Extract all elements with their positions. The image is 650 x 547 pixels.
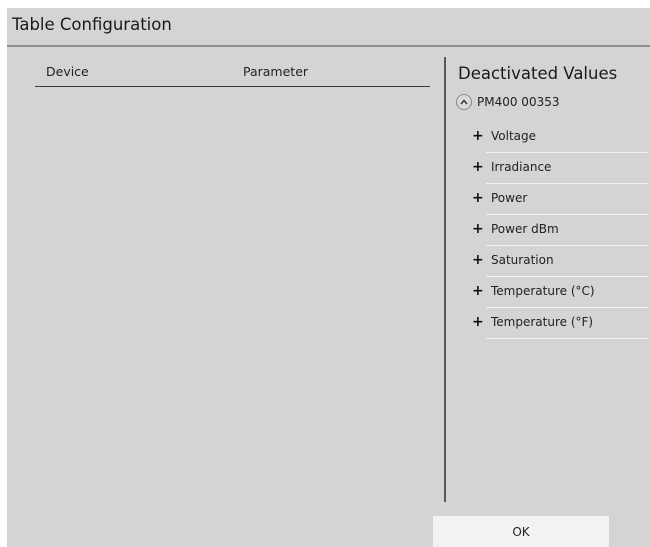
deactivated-values-title: Deactivated Values	[458, 64, 618, 83]
param-item-power-dbm[interactable]: + Power dBm	[453, 215, 650, 246]
device-group-pm400[interactable]: PM400 00353	[456, 92, 559, 112]
plus-icon[interactable]: +	[472, 191, 484, 205]
dialog-title: Table Configuration	[12, 15, 172, 34]
plus-icon[interactable]: +	[472, 284, 484, 298]
item-divider	[486, 338, 648, 339]
param-item-voltage[interactable]: + Voltage	[453, 122, 650, 153]
plus-icon[interactable]: +	[472, 160, 484, 174]
plus-icon[interactable]: +	[472, 222, 484, 236]
param-label: Power	[491, 191, 528, 205]
param-label: Voltage	[491, 129, 537, 143]
param-item-temperature-c[interactable]: + Temperature (°C)	[453, 277, 650, 308]
param-label: Temperature (°F)	[491, 315, 594, 329]
plus-icon[interactable]: +	[472, 253, 484, 267]
param-label: Power dBm	[491, 222, 559, 236]
param-label: Temperature (°C)	[491, 284, 595, 298]
deactivated-values-panel: Deactivated Values PM400 00353 + Voltage…	[453, 62, 650, 362]
plus-icon[interactable]: +	[472, 315, 484, 329]
param-item-irradiance[interactable]: + Irradiance	[453, 153, 650, 184]
plus-icon[interactable]: +	[472, 129, 484, 143]
table-configuration-dialog: Table Configuration Device Parameter Dea…	[7, 8, 650, 547]
column-header-parameter[interactable]: Parameter	[243, 64, 308, 79]
panel-divider	[444, 57, 446, 502]
column-header-device[interactable]: Device	[46, 64, 89, 79]
param-item-temperature-f[interactable]: + Temperature (°F)	[453, 308, 650, 339]
chevron-up-icon[interactable]	[456, 94, 472, 110]
table-header: Device Parameter	[35, 62, 430, 87]
param-item-saturation[interactable]: + Saturation	[453, 246, 650, 277]
title-bar: Table Configuration	[7, 8, 650, 47]
deactivated-parameter-list: + Voltage + Irradiance + Power + Power d…	[453, 122, 650, 339]
param-label: Irradiance	[491, 160, 552, 174]
device-label: PM400 00353	[477, 95, 560, 109]
param-item-power[interactable]: + Power	[453, 184, 650, 215]
param-label: Saturation	[491, 253, 554, 267]
ok-button[interactable]: OK	[433, 516, 609, 547]
